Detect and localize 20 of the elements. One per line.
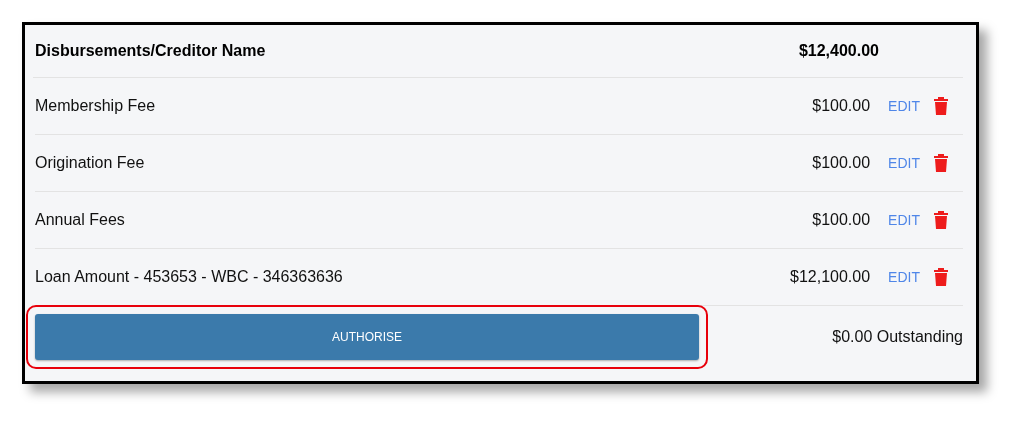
column-title: Disbursements/Creditor Name [35,42,267,60]
edit-link[interactable]: EDIT [888,269,920,285]
creditor-name: Membership Fee [35,97,157,115]
trash-icon[interactable] [934,268,948,286]
trash-icon[interactable] [934,97,948,115]
edit-link[interactable]: EDIT [888,212,920,228]
amount: $12,100.00 [790,268,871,286]
creditor-name: Origination Fee [35,154,146,172]
total-amount: $12,400.00 [798,42,879,60]
amount: $100.00 [812,97,871,115]
authorise-button[interactable]: AUTHORISE [35,314,699,360]
edit-link[interactable]: EDIT [888,155,920,171]
amount: $100.00 [812,154,871,172]
creditor-name: Loan Amount - 453653 - WBC - 346363636 [35,268,344,286]
trash-icon[interactable] [934,211,948,229]
outstanding-amount: $0.00 Outstanding [832,328,963,346]
edit-link[interactable]: EDIT [888,98,920,114]
trash-icon[interactable] [934,154,948,172]
amount: $100.00 [812,211,871,229]
creditor-name: Annual Fees [35,211,126,229]
